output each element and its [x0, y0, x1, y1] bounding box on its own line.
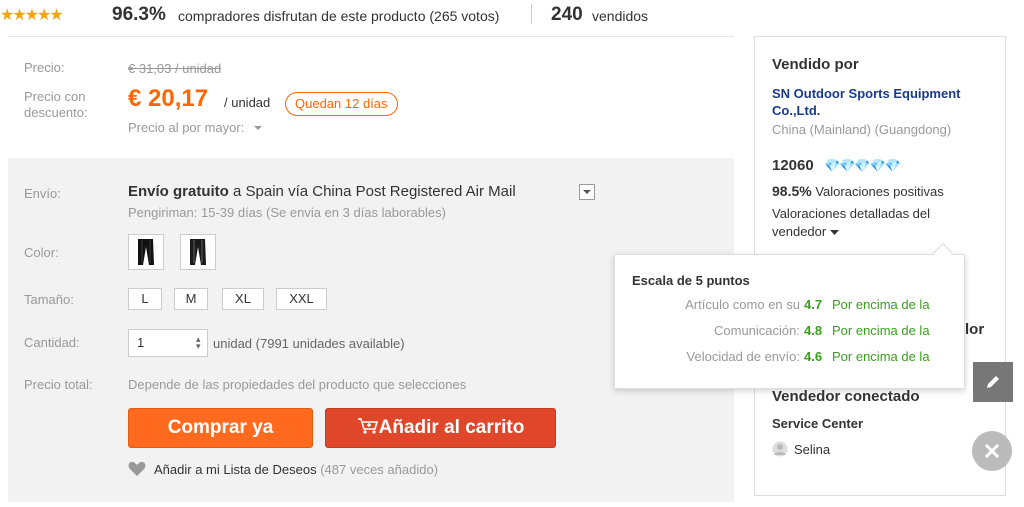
buy-now-button[interactable]: Comprar ya: [128, 408, 313, 448]
wholesale-price-label: Precio al por mayor:: [128, 120, 245, 135]
seller-location: China (Mainland) (Guangdong): [772, 122, 952, 137]
free-shipping-text: Envío gratuito: [128, 183, 229, 200]
rating-text[interactable]: compradores disfrutan de este producto (…: [178, 8, 499, 24]
rating-row-score: 4.6: [804, 349, 823, 364]
sold-label: vendidos: [592, 8, 649, 24]
quantity-label: Cantidad:: [24, 335, 80, 350]
section-heading-fragment: lor: [965, 321, 985, 338]
rating-row-comparison: Por encima de la: [832, 323, 930, 338]
seller-name-line2: Co.,Ltd.: [772, 103, 821, 118]
star-rating-icons: ★★★★★: [0, 7, 64, 24]
positive-feedback: 98.5% Valoraciones positivas: [772, 183, 944, 199]
original-price: € 31,03 / unidad: [128, 61, 222, 76]
cart-icon: [357, 418, 378, 434]
quantity-value: 1: [137, 335, 145, 350]
dropdown-icon: [583, 190, 591, 194]
wholesale-price-dropdown[interactable]: Precio al por mayor:: [128, 119, 263, 137]
sold-by-heading: Vendido por: [772, 56, 859, 73]
rating-row-comparison: Por encima de la: [832, 349, 930, 364]
discount-price: € 20,17: [128, 85, 209, 112]
wishlist-link[interactable]: Añadir a mi Lista de Deseos (487 veces a…: [128, 461, 438, 477]
heart-icon: [128, 461, 146, 476]
total-price-label: Precio total:: [24, 377, 93, 392]
stepper-arrows-icon[interactable]: ▴ ▾: [196, 335, 205, 351]
shipping-line: Envío gratuito a Spain vía China Post Re…: [128, 183, 516, 200]
discount-price-label-line1: Precio con: [24, 89, 86, 104]
size-option-m[interactable]: M: [174, 288, 208, 310]
diamond-icon: 💎💎💎💎💎: [824, 158, 901, 173]
rating-percent: 96.3%: [112, 4, 166, 25]
size-option-l[interactable]: L: [128, 288, 162, 310]
size-option-xxl[interactable]: XXL: [276, 288, 327, 310]
chat-agent-name: Selina: [794, 442, 831, 457]
delivery-estimate: Pengiriman: 15-39 días (Se envia en 3 dí…: [128, 205, 446, 220]
feedback-edit-button[interactable]: [973, 362, 1013, 402]
size-label: Tamaño:: [24, 292, 74, 307]
color-swatch-1[interactable]: [128, 234, 164, 270]
shipping-to-text: a: [233, 183, 242, 200]
divider: [8, 36, 734, 37]
service-center-label: Service Center: [772, 416, 864, 431]
pencil-icon: [987, 376, 999, 388]
wishlist-label: Añadir a mi Lista de Deseos: [154, 462, 317, 477]
leggings-thumbnail: [190, 239, 206, 265]
positive-feedback-percent: 98.5%: [772, 183, 812, 199]
total-price-text: Depende de las propiedades del producto …: [128, 377, 467, 392]
shipping-options-toggle[interactable]: [579, 184, 595, 200]
divider: [531, 4, 532, 24]
tooltip-title: Escala de 5 puntos: [632, 273, 750, 288]
close-button[interactable]: [972, 431, 1012, 471]
rating-row-label: Velocidad de envío:: [686, 349, 800, 364]
seller-name-line1: SN Outdoor Sports Equipment: [772, 86, 961, 101]
detailed-ratings-line1: Valoraciones detalladas del: [772, 206, 931, 221]
rating-row-label: Comunicación:: [714, 323, 800, 338]
add-to-cart-button[interactable]: Añadir al carrito: [325, 408, 556, 448]
quantity-stepper[interactable]: 1 ▴ ▾: [128, 329, 208, 357]
color-swatch-2[interactable]: [180, 234, 216, 270]
discount-price-label-line2: descuento:: [24, 105, 88, 120]
shipping-label: Envío:: [24, 186, 61, 201]
avatar-icon: [772, 441, 788, 457]
price-unit: / unidad: [224, 95, 271, 110]
detailed-ratings-label: vendedor: [772, 224, 827, 239]
chevron-down-icon: [253, 126, 262, 130]
rating-row-score: 4.8: [804, 323, 823, 338]
leggings-thumbnail: [138, 239, 154, 265]
positive-feedback-label: Valoraciones positivas: [815, 184, 944, 199]
seller-online-heading: Vendedor conectado: [772, 388, 920, 405]
quantity-available: unidad (7991 unidades available): [213, 336, 405, 351]
seller-name-link[interactable]: SN Outdoor Sports Equipment Co.,Ltd.: [772, 86, 961, 118]
rating-row-comparison: Por encima de la: [832, 297, 930, 312]
chat-agent[interactable]: Selina: [772, 441, 830, 457]
rating-row-label: Artículo como en su: [685, 297, 800, 312]
chevron-down-icon: [829, 230, 839, 235]
add-to-cart-label: Añadir al carrito: [378, 417, 525, 438]
close-icon: [984, 443, 1000, 459]
shipping-route: Spain vía China Post Registered Air Mail: [245, 183, 516, 200]
detailed-ratings-toggle[interactable]: Valoraciones detalladas del vendedor: [772, 206, 930, 239]
wishlist-count: (487 veces añadido): [320, 462, 439, 477]
seller-score: 12060: [772, 157, 814, 174]
detailed-ratings-line2: vendedor: [772, 224, 930, 239]
rating-row-score: 4.7: [804, 297, 823, 312]
countdown-badge: Quedan 12 días: [285, 92, 398, 116]
price-label: Precio:: [24, 60, 65, 75]
size-option-xl[interactable]: XL: [222, 288, 264, 310]
color-label: Color:: [24, 245, 59, 260]
sold-count: 240: [551, 4, 583, 25]
